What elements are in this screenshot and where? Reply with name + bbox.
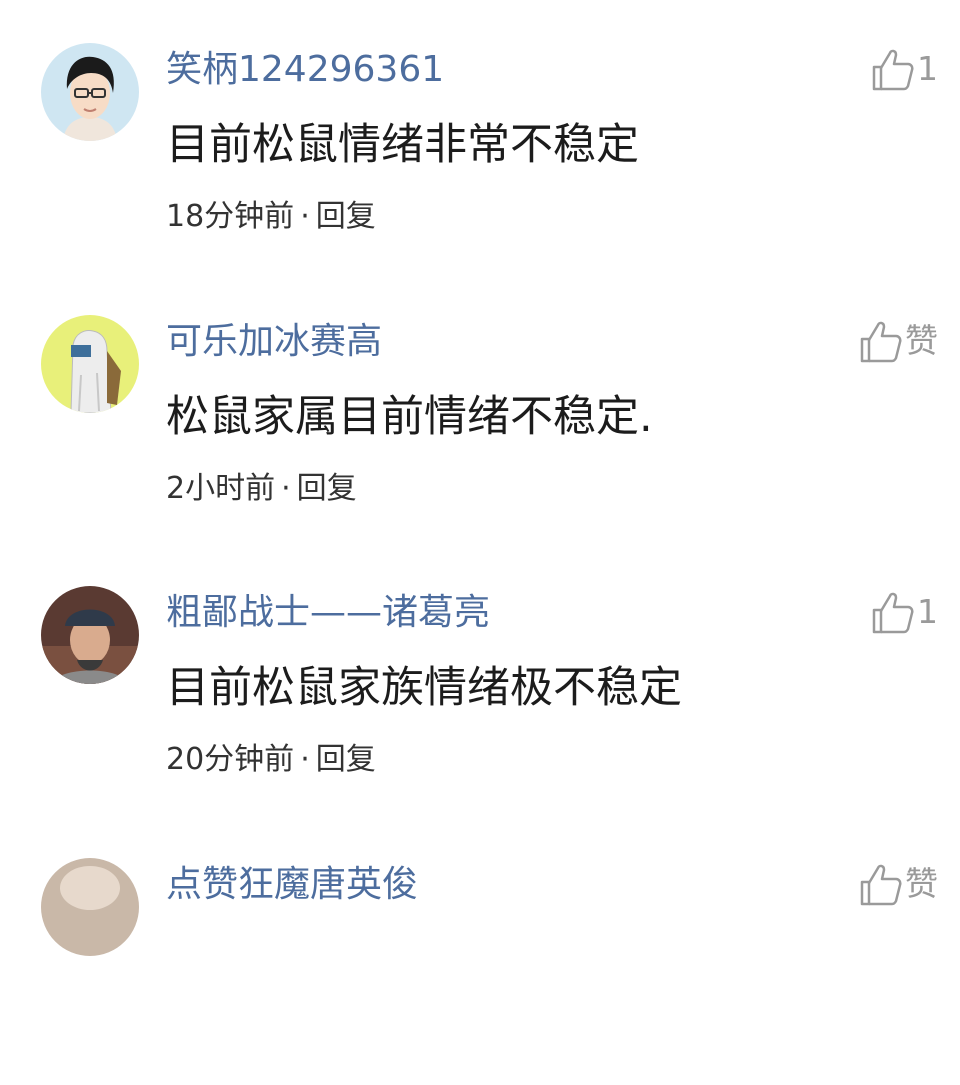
avatar[interactable] [41, 315, 139, 413]
thumbs-up-icon [872, 592, 914, 634]
comment-item: 粗鄙战士——诸葛亮 目前松鼠家族情绪极不稳定 20分钟前 · 回复 1 [0, 543, 960, 813]
comment-item: 点赞狂魔唐英俊 赞 [0, 815, 960, 1085]
username[interactable]: 点赞狂魔唐英俊 [166, 861, 418, 909]
thumbs-up-icon [860, 321, 902, 363]
like-button[interactable]: 赞 [859, 318, 938, 364]
thumbs-up-icon [872, 49, 914, 91]
avatar-image [41, 315, 139, 413]
avatar[interactable] [41, 858, 139, 956]
like-button[interactable]: 1 [871, 46, 938, 92]
separator: · [300, 199, 310, 234]
comment-text: 松鼠家属目前情绪不稳定. [166, 392, 653, 442]
avatar-image [41, 858, 139, 956]
reply-link[interactable]: 回复 [316, 199, 376, 234]
comment-meta: 20分钟前 · 回复 [166, 740, 376, 780]
like-button[interactable]: 1 [871, 589, 938, 635]
like-label: 赞 [905, 864, 938, 903]
avatar[interactable] [41, 43, 139, 141]
like-count: 1 [917, 49, 938, 88]
timestamp: 2小时前 [166, 471, 276, 506]
comment-text: 目前松鼠家族情绪极不稳定 [166, 663, 682, 713]
comment-text: 目前松鼠情绪非常不稳定 [166, 120, 639, 170]
username[interactable]: 可乐加冰赛高 [166, 318, 382, 366]
separator: · [281, 471, 291, 506]
avatar-image [41, 586, 139, 684]
comment-item: 可乐加冰赛高 松鼠家属目前情绪不稳定. 2小时前 · 回复 赞 [0, 272, 960, 542]
avatar[interactable] [41, 586, 139, 684]
comment-meta: 18分钟前 · 回复 [166, 197, 376, 237]
comment-meta: 2小时前 · 回复 [166, 469, 357, 509]
like-label: 赞 [905, 321, 938, 360]
like-button[interactable]: 赞 [859, 861, 938, 907]
username[interactable]: 笑柄124296361 [166, 46, 444, 94]
like-count: 1 [917, 592, 938, 631]
username[interactable]: 粗鄙战士——诸葛亮 [166, 589, 490, 637]
timestamp: 20分钟前 [166, 742, 295, 777]
comment-item: 笑柄124296361 目前松鼠情绪非常不稳定 18分钟前 · 回复 1 [0, 0, 960, 270]
thumbs-up-icon [860, 864, 902, 906]
separator: · [300, 742, 310, 777]
avatar-image [41, 43, 139, 141]
timestamp: 18分钟前 [166, 199, 295, 234]
reply-link[interactable]: 回复 [316, 742, 376, 777]
reply-link[interactable]: 回复 [297, 471, 357, 506]
